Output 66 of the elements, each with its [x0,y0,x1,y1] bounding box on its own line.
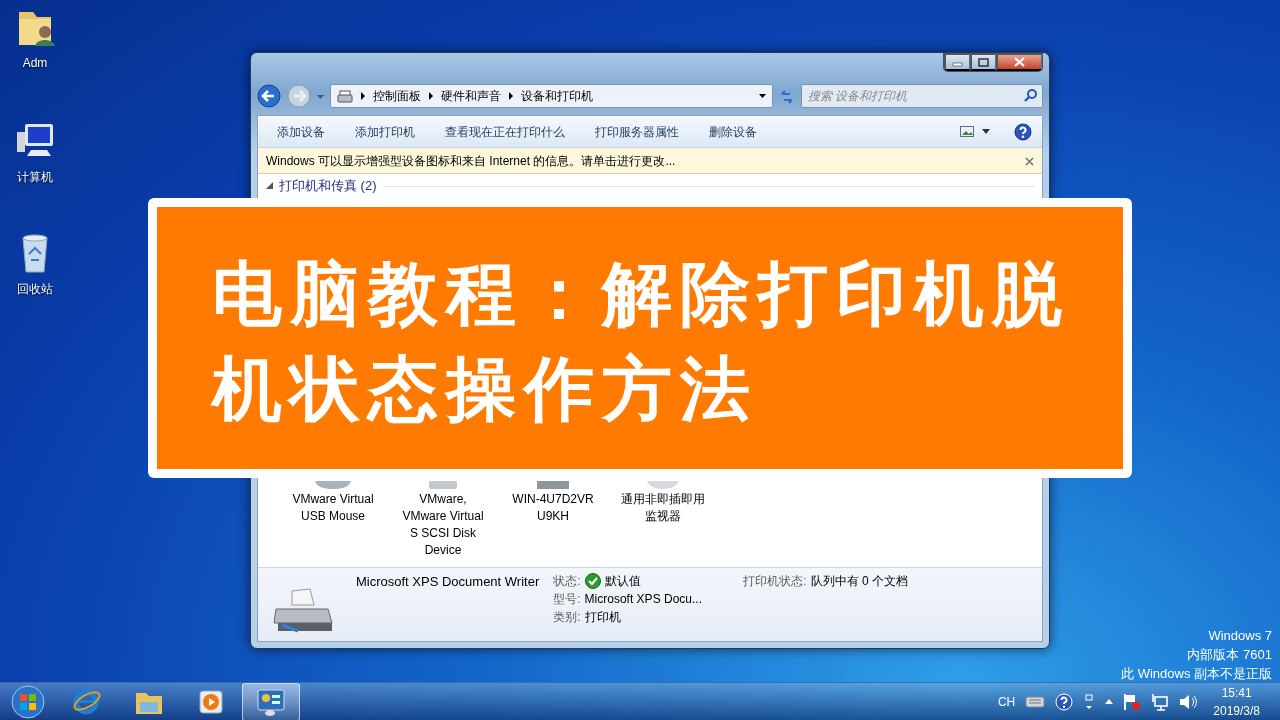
field-label: 型号: [553,591,581,608]
caret-icon [317,94,324,99]
picture-icon [960,126,974,137]
breadcrumb-item[interactable]: 硬件和声音 [441,87,501,105]
search-icon [1024,89,1037,102]
printer-icon [272,587,334,633]
banner-title: 电脑教程：解除打印机脱机状态操作方法 [212,254,1071,430]
keyboard-icon[interactable] [1025,693,1046,710]
chevron-icon [509,92,513,100]
help-icon [1014,123,1032,142]
field-value: 默认值 [604,573,641,590]
network-icon[interactable] [1151,692,1170,711]
toolbar-button[interactable]: 查看现在正在打印什么 [436,120,574,143]
field-label: 打印机状态: [743,573,807,590]
device-name: Microsoft XPS Document Writer [356,573,540,591]
toolbar-button[interactable]: 添加打印机 [346,120,424,143]
device-label[interactable]: 通用非即插即用 监视器 [621,491,705,525]
windows-logo-icon [11,684,45,719]
chevron-icon [429,92,433,100]
refresh-icon [779,87,795,106]
taskbar-button[interactable] [242,682,300,720]
desktop-icon-label[interactable]: 计算机 [17,168,53,186]
field-value: 队列中有 0 个文档 [810,573,908,590]
window-restore-icon[interactable] [1083,693,1096,710]
chevron-icon [361,92,365,100]
check-icon [584,573,601,589]
desktop-icon-label[interactable]: 回收站 [17,280,53,298]
minimize-button[interactable] [944,53,970,71]
maximize-button[interactable] [970,53,996,71]
device-label[interactable]: VMware, VMware Virtual S SCSI Disk Device [402,491,484,559]
breadcrumb-item[interactable]: 设备和打印机 [521,87,593,105]
caret-icon [982,129,990,134]
language-indicator[interactable]: CH [997,692,1016,711]
desktop-icon-label[interactable]: Adm [22,54,48,72]
desktop-notice-text: Windows 7 [1208,627,1272,645]
close-icon [1025,156,1034,166]
view-options-button[interactable] [960,126,990,137]
clock-time[interactable]: 15:41 [1221,683,1252,702]
close-button[interactable] [996,53,1042,71]
desktop-notice-text: 内部版本 7601 [1187,646,1272,664]
toolbar-button[interactable]: 添加设备 [268,120,334,143]
field-label: 类别: [553,609,581,626]
search-field[interactable]: 搜索 设备和打印机 [801,84,1043,108]
clock-date[interactable]: 2019/3/8 [1213,701,1260,720]
group-header[interactable]: 打印机和传真 (2) [279,178,377,194]
help-icon[interactable] [1055,692,1074,711]
device-label[interactable]: VMware Virtual USB Mouse [292,491,374,525]
maximize-icon [978,57,989,67]
printer-icon [337,89,353,103]
close-icon [1014,57,1025,67]
up-arrow-icon[interactable] [1105,699,1114,704]
field-value: 打印机 [584,609,621,626]
device-label[interactable]: WIN-4U7D2VR U9KH [512,491,594,525]
toolbar-button[interactable]: 删除设备 [700,120,766,143]
field-label: 状态: [553,573,581,590]
control-panel-icon [256,686,286,717]
breadcrumb-item[interactable]: 控制面板 [373,87,421,105]
expand-triangle-icon[interactable] [266,182,273,190]
back-button[interactable] [257,83,281,109]
toolbar-button[interactable]: 打印服务器属性 [586,120,688,143]
desktop-notice-text: 此 Windows 副本不是正版 [1121,665,1272,683]
flag-icon[interactable] [1123,692,1142,711]
address-bar[interactable]: 控制面板 硬件和声音 设备和打印机 [330,84,773,108]
caret-icon [759,94,766,98]
speaker-icon[interactable] [1179,692,1198,711]
field-value: Microsoft XPS Docu... [584,591,702,608]
